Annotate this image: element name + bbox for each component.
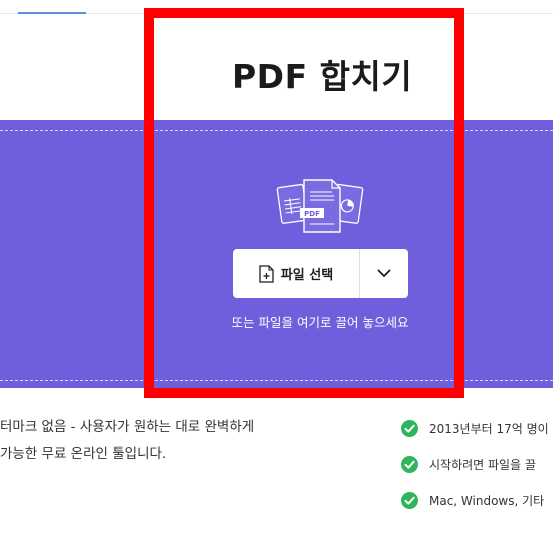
description-line-2: 가능한 무료 온라인 툴입니다. — [0, 446, 167, 462]
feature-item: 시작하려면 파일을 끌 — [401, 446, 549, 482]
tool-description: 터마크 없음 - 사용자가 원하는 대로 완벽하게 가능한 무료 온라인 툴입니… — [0, 414, 254, 468]
file-add-icon — [259, 264, 274, 283]
description-line-1: 터마크 없음 - 사용자가 원하는 대로 완벽하게 — [0, 419, 255, 435]
pdf-files-icon: PDF — [276, 179, 364, 233]
drop-hint: 또는 파일을 여기로 끌어 놓으세요 — [231, 315, 409, 330]
select-file-button[interactable]: 파일 선택 — [233, 249, 359, 298]
check-circle-icon — [401, 455, 418, 473]
feature-text: Mac, Windows, 기타 — [429, 493, 545, 508]
feature-item: 2013년부터 17억 명이 — [401, 410, 549, 446]
dropzone-top-border — [0, 130, 553, 131]
feature-list: 2013년부터 17억 명이 시작하려면 파일을 끌 Mac, Windows,… — [401, 410, 549, 518]
feature-text: 2013년부터 17억 명이 — [429, 421, 549, 436]
feature-item: Mac, Windows, 기타 — [401, 482, 549, 518]
feature-text: 시작하려면 파일을 끌 — [429, 457, 536, 472]
svg-text:PDF: PDF — [304, 210, 320, 218]
dropzone-bottom-border — [0, 380, 553, 381]
source-dropdown-button[interactable] — [360, 249, 408, 298]
check-circle-icon — [401, 419, 418, 437]
check-circle-icon — [401, 491, 418, 509]
file-select-group: 파일 선택 — [233, 249, 408, 298]
page-title: PDF 합치기 — [232, 57, 413, 96]
active-nav-underline — [18, 12, 86, 14]
select-file-label: 파일 선택 — [280, 268, 334, 283]
file-dropzone[interactable]: PDF 파일 선택 또는 파일을 여기로 끌어 놓으세요 — [0, 120, 553, 388]
chevron-down-icon — [377, 269, 391, 277]
